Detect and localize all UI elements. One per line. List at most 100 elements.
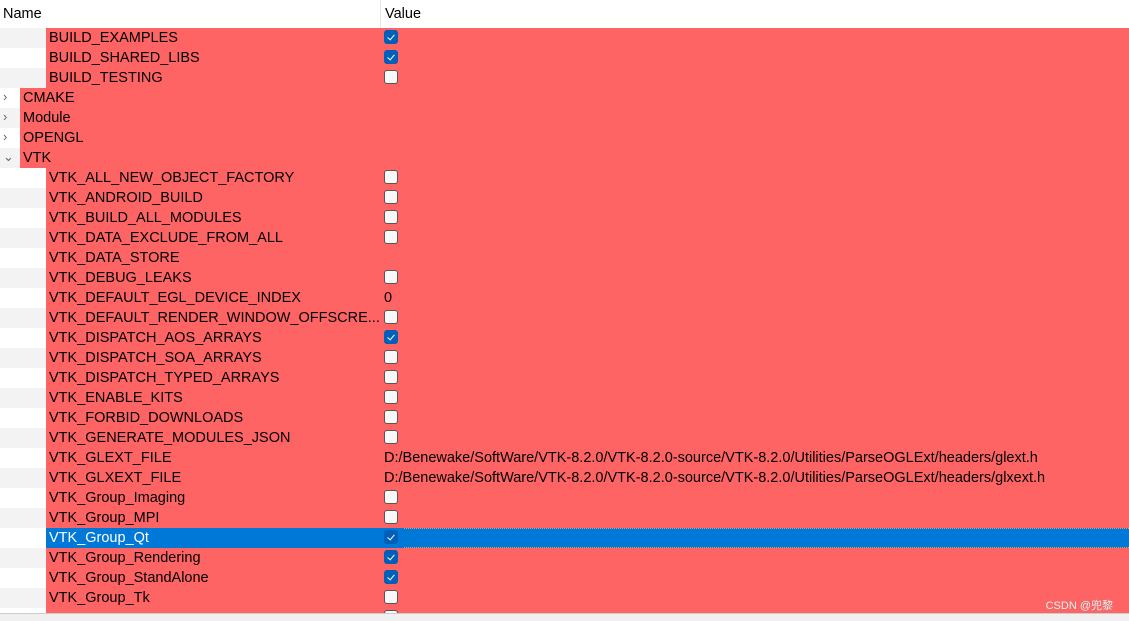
value-checkbox[interactable] <box>384 370 398 384</box>
variable-name: BUILD_TESTING <box>49 70 163 86</box>
tree-group-module[interactable]: › Module <box>0 108 1129 128</box>
chevron-right-icon[interactable]: › <box>3 89 15 104</box>
value-checkbox[interactable] <box>384 570 398 584</box>
variable-name: VTK_DISPATCH_TYPED_ARRAYS <box>49 370 280 386</box>
tree-row[interactable]: VTK_Group_Tk <box>0 588 1129 608</box>
variable-name: VTK_ALL_NEW_OBJECT_FACTORY <box>49 170 295 186</box>
tree-row[interactable]: VTK_Group_Imaging <box>0 488 1129 508</box>
tree-row[interactable]: VTK_DEFAULT_EGL_DEVICE_INDEX 0 <box>0 288 1129 308</box>
variable-name: BUILD_SHARED_LIBS <box>49 50 200 66</box>
variable-name: VTK_GLXEXT_FILE <box>49 470 182 486</box>
value-checkbox[interactable] <box>384 430 398 444</box>
variable-name: VTK_DEFAULT_RENDER_WINDOW_OFFSCRE... <box>49 310 380 326</box>
tree-row[interactable]: VTK_Group_Rendering <box>0 548 1129 568</box>
changed-highlight <box>46 588 1129 608</box>
chevron-right-icon[interactable]: › <box>3 109 15 124</box>
value-checkbox[interactable] <box>384 170 398 184</box>
variable-name: OPENGL <box>23 130 84 146</box>
value-checkbox[interactable] <box>384 530 398 544</box>
variable-name: CMAKE <box>23 90 75 106</box>
changed-highlight <box>46 68 1129 88</box>
variable-name: VTK_Group_MPI <box>49 510 160 526</box>
changed-highlight <box>20 148 1129 168</box>
tree-row[interactable]: VTK_GLXEXT_FILE D:/Benewake/SoftWare/VTK-… <box>0 468 1129 488</box>
variable-name: VTK_BUILD_ALL_MODULES <box>49 210 242 226</box>
changed-highlight <box>46 248 1129 268</box>
value-text[interactable]: D:/Benewake/SoftWare/VTK-8.2.0/VTK-8.2.0… <box>384 450 1038 466</box>
value-checkbox[interactable] <box>384 390 398 404</box>
tree-row[interactable]: BUILD_EXAMPLES <box>0 28 1129 48</box>
variable-name: VTK_ANDROID_BUILD <box>49 190 203 206</box>
value-checkbox[interactable] <box>384 550 398 564</box>
changed-highlight <box>46 388 1129 408</box>
value-checkbox[interactable] <box>384 270 398 284</box>
chevron-down-icon[interactable]: ⌄ <box>3 149 15 165</box>
tree-row[interactable]: VTK_GENERATE_MODULES_JSON <box>0 428 1129 448</box>
tree-row[interactable]: VTK_DISPATCH_AOS_ARRAYS <box>0 328 1129 348</box>
value-checkbox[interactable] <box>384 510 398 524</box>
tree-row[interactable]: VTK_ENABLE_KITS <box>0 388 1129 408</box>
tree-row[interactable]: VTK_DISPATCH_SOA_ARRAYS <box>0 348 1129 368</box>
tree-row[interactable]: VTK_BUILD_ALL_MODULES <box>0 208 1129 228</box>
variable-name: VTK_Group_Qt <box>49 530 149 546</box>
cache-variable-tree[interactable]: BUILD_EXAMPLES BUILD_SHARED_LIBS BUILD_TES… <box>0 28 1129 613</box>
variable-name: VTK_GENERATE_MODULES_JSON <box>49 430 291 446</box>
changed-highlight <box>20 128 1129 148</box>
value-text[interactable]: 0 <box>384 290 392 306</box>
tree-row[interactable]: VTK_Group_MPI <box>0 508 1129 528</box>
column-header-name[interactable]: Name <box>3 6 42 22</box>
column-header-value[interactable]: Value <box>385 6 421 22</box>
value-checkbox[interactable] <box>384 410 398 424</box>
value-checkbox[interactable] <box>384 490 398 504</box>
variable-name: VTK <box>23 150 52 166</box>
value-checkbox[interactable] <box>384 350 398 364</box>
variable-name: VTK_DEFAULT_EGL_DEVICE_INDEX <box>49 290 301 306</box>
value-checkbox[interactable] <box>384 590 398 604</box>
tree-row[interactable]: VTK_Group_Qt <box>0 528 1129 548</box>
value-checkbox[interactable] <box>384 210 398 224</box>
chevron-right-icon[interactable]: › <box>3 129 15 144</box>
variable-name: VTK_DISPATCH_AOS_ARRAYS <box>49 330 262 346</box>
column-divider[interactable] <box>380 0 381 28</box>
value-checkbox[interactable] <box>384 70 398 84</box>
variable-name: VTK_DISPATCH_SOA_ARRAYS <box>49 350 262 366</box>
changed-highlight <box>20 88 1129 108</box>
variable-name: VTK_GLEXT_FILE <box>49 450 172 466</box>
changed-highlight <box>46 508 1129 528</box>
value-checkbox[interactable] <box>384 330 398 344</box>
value-checkbox[interactable] <box>384 230 398 244</box>
tree-group-vtk[interactable]: ⌄ VTK <box>0 148 1129 168</box>
table-header: Name Value <box>0 0 1129 28</box>
changed-highlight <box>46 48 1129 68</box>
watermark: CSDN @兜黎 <box>1045 600 1113 612</box>
tree-row[interactable]: VTK_DATA_EXCLUDE_FROM_ALL <box>0 228 1129 248</box>
tree-row[interactable]: VTK_ALL_NEW_OBJECT_FACTORY <box>0 168 1129 188</box>
variable-name: VTK_DATA_STORE <box>49 250 180 266</box>
value-text[interactable]: D:/Benewake/SoftWare/VTK-8.2.0/VTK-8.2.0… <box>384 470 1045 486</box>
variable-name: VTK_Group_Tk <box>49 590 150 606</box>
tree-row[interactable]: VTK_DATA_STORE <box>0 248 1129 268</box>
changed-highlight <box>46 268 1129 288</box>
variable-name: BUILD_EXAMPLES <box>49 30 178 46</box>
tree-row[interactable]: BUILD_SHARED_LIBS <box>0 48 1129 68</box>
value-checkbox[interactable] <box>384 50 398 64</box>
tree-group-opengl[interactable]: › OPENGL <box>0 128 1129 148</box>
variable-name: VTK_ENABLE_KITS <box>49 390 183 406</box>
variable-name: VTK_Group_Imaging <box>49 490 186 506</box>
tree-row[interactable]: VTK_DEFAULT_RENDER_WINDOW_OFFSCRE... <box>0 308 1129 328</box>
tree-row[interactable]: BUILD_TESTING <box>0 68 1129 88</box>
tree-row[interactable]: VTK_DISPATCH_TYPED_ARRAYS <box>0 368 1129 388</box>
variable-name: Module <box>23 110 71 126</box>
variable-name: VTK_DATA_EXCLUDE_FROM_ALL <box>49 230 283 246</box>
tree-row[interactable]: VTK_GLEXT_FILE D:/Benewake/SoftWare/VTK-8… <box>0 448 1129 468</box>
tree-group-cmake[interactable]: › CMAKE <box>0 88 1129 108</box>
tree-row[interactable]: VTK_DEBUG_LEAKS <box>0 268 1129 288</box>
tree-row[interactable]: VTK_Group_StandAlone <box>0 568 1129 588</box>
tree-row[interactable]: VTK_FORBID_DOWNLOADS <box>0 408 1129 428</box>
focus-rect <box>404 528 1129 548</box>
changed-highlight <box>46 488 1129 508</box>
value-checkbox[interactable] <box>384 190 398 204</box>
value-checkbox[interactable] <box>384 30 398 44</box>
value-checkbox[interactable] <box>384 310 398 324</box>
tree-row[interactable]: VTK_ANDROID_BUILD <box>0 188 1129 208</box>
